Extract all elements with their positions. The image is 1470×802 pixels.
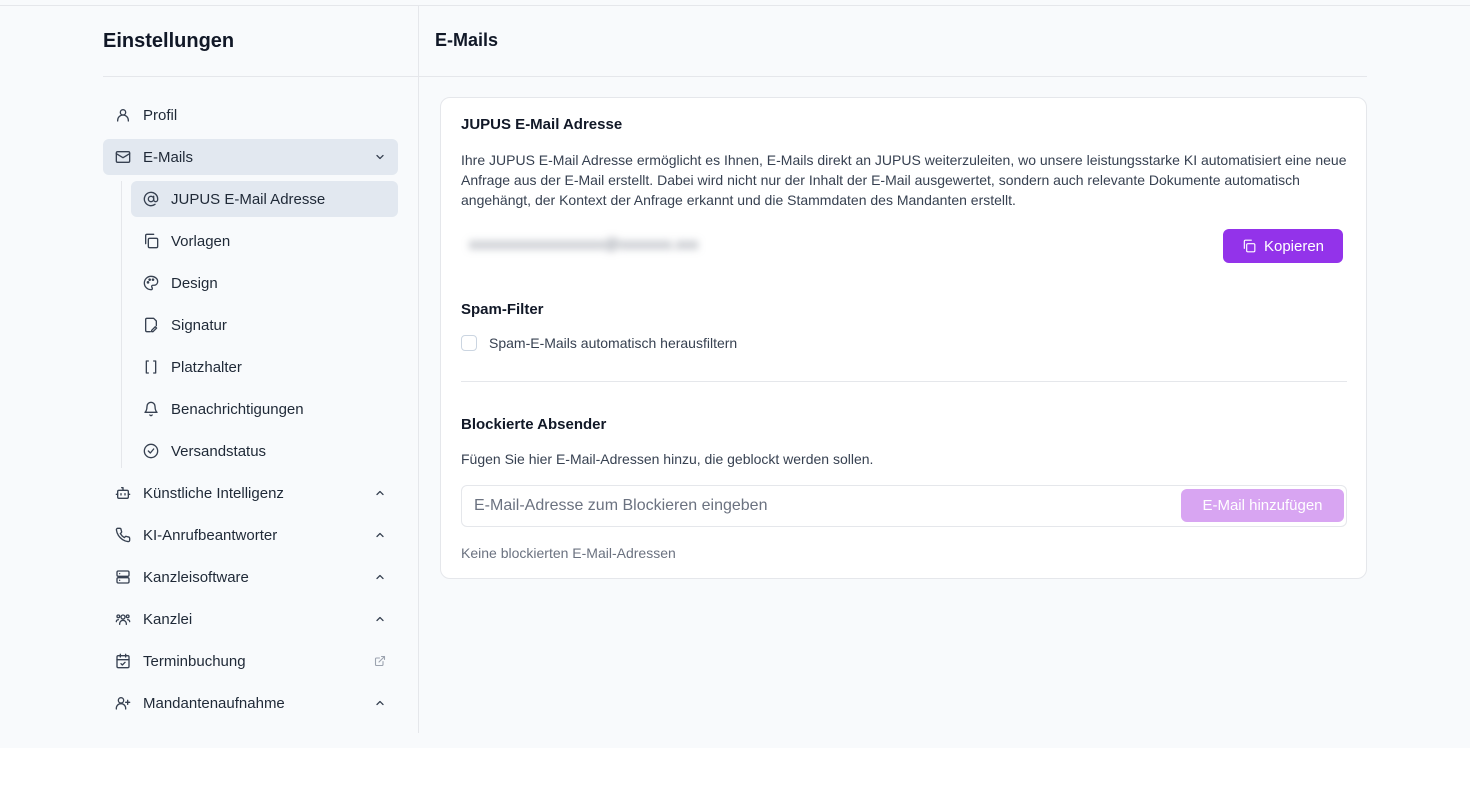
file-signature-icon: [131, 317, 171, 333]
blocked-senders-description: Fügen Sie hier E-Mail-Adressen hinzu, di…: [461, 451, 874, 467]
settings-sidebar: Einstellungen Profil E-Mails JUPUS E-Mai…: [103, 6, 419, 733]
sidebar-subitem-jupus-email[interactable]: JUPUS E-Mail Adresse: [131, 181, 398, 217]
sidebar-subitem-label: JUPUS E-Mail Adresse: [171, 190, 326, 208]
sidebar-item-profil[interactable]: Profil: [103, 97, 398, 133]
chevron-up-icon[interactable]: [362, 697, 398, 709]
sidebar-item-label: Kanzleisoftware: [143, 568, 249, 586]
sidebar-item-label: E-Mails: [143, 148, 194, 166]
sidebar-item-label: Mandantenaufnahme: [143, 694, 285, 712]
sidebar-item-kanzlei[interactable]: Kanzlei: [103, 601, 398, 637]
jupus-email-address-blurred: xxxxxxxxxxxxxxxxxx@xxxxxxx.xxx: [469, 236, 699, 253]
sidebar-subitem-label: Versandstatus: [171, 442, 267, 460]
copy-button-label: Kopieren: [1263, 237, 1325, 255]
sidebar-item-ki-anrufbeantworter[interactable]: KI-Anrufbeantworter: [103, 517, 398, 553]
sidebar-item-label: Künstliche Intelligenz: [143, 484, 284, 502]
sidebar-subitem-versandstatus[interactable]: Versandstatus: [131, 433, 398, 469]
chevron-up-icon[interactable]: [362, 487, 398, 499]
sidebar-item-kanzleisoftware[interactable]: Kanzleisoftware: [103, 559, 398, 595]
sidebar-item-label: Profil: [143, 106, 178, 124]
copy-icon: [1242, 239, 1256, 253]
block-email-input[interactable]: [462, 486, 1172, 526]
card-description: Ihre JUPUS E-Mail Adresse ermöglicht es …: [461, 152, 1347, 208]
sidebar-divider: [103, 76, 418, 77]
spam-filter-checkbox[interactable]: [461, 335, 477, 351]
spam-filter-row[interactable]: Spam-E-Mails automatisch herausfiltern: [461, 335, 737, 351]
external-link-icon: [362, 655, 398, 667]
copy-button[interactable]: Kopieren: [1223, 229, 1343, 263]
settings-page: Einstellungen Profil E-Mails JUPUS E-Mai…: [0, 0, 1470, 748]
page-title: E-Mails: [435, 30, 499, 50]
at-sign-icon: [131, 191, 171, 207]
sidebar-subitem-label: Benachrichtigungen: [171, 400, 304, 418]
sidebar-item-emails[interactable]: E-Mails: [103, 139, 398, 175]
sidebar-subitem-vorlagen[interactable]: Vorlagen: [131, 223, 398, 259]
bell-icon: [131, 401, 171, 417]
chevron-up-icon[interactable]: [362, 529, 398, 541]
section-divider: [461, 381, 1347, 382]
sidebar-item-terminbuchung[interactable]: Terminbuchung: [103, 643, 398, 679]
sidebar-item-label: Terminbuchung: [143, 652, 246, 670]
sidebar-subitem-platzhalter[interactable]: Platzhalter: [131, 349, 398, 385]
card-title: JUPUS E-Mail Adresse: [461, 116, 623, 133]
submenu-line: [121, 181, 122, 468]
block-email-input-group: E-Mail hinzufügen: [461, 485, 1347, 527]
user-icon: [103, 107, 143, 123]
sidebar-subitem-design[interactable]: Design: [131, 265, 398, 301]
sidebar-subitem-label: Platzhalter: [171, 358, 242, 376]
calendar-check-icon: [103, 653, 143, 669]
bot-icon: [103, 485, 143, 501]
check-circle-icon: [131, 443, 171, 459]
brackets-icon: [131, 359, 171, 375]
mail-icon: [103, 149, 143, 165]
sidebar-subitem-label: Design: [171, 274, 218, 292]
header-divider: [419, 76, 1367, 77]
sidebar-subitem-label: Signatur: [171, 316, 227, 334]
server-icon: [103, 569, 143, 585]
spam-filter-title: Spam-Filter: [461, 301, 544, 318]
blocked-list-empty-state: Keine blockierten E-Mail-Adressen: [461, 545, 676, 561]
phone-icon: [103, 527, 143, 543]
palette-icon: [131, 275, 171, 291]
copy-icon: [131, 233, 171, 249]
chevron-up-icon[interactable]: [362, 571, 398, 583]
blocked-senders-title: Blockierte Absender: [461, 416, 607, 433]
users-icon: [103, 611, 143, 627]
sidebar-item-kuenstliche-intelligenz[interactable]: Künstliche Intelligenz: [103, 475, 398, 511]
sidebar-title: Einstellungen: [103, 30, 235, 52]
jupus-email-card: JUPUS E-Mail Adresse Ihre JUPUS E-Mail A…: [440, 97, 1367, 579]
spam-filter-label[interactable]: Spam-E-Mails automatisch herausfiltern: [489, 335, 737, 351]
sidebar-item-mandantenaufnahme[interactable]: Mandantenaufnahme: [103, 685, 398, 721]
sidebar-subitem-benachrichtigungen[interactable]: Benachrichtigungen: [131, 391, 398, 427]
sidebar-item-label: KI-Anrufbeantworter: [143, 526, 278, 544]
chevron-up-icon[interactable]: [362, 613, 398, 625]
sidebar-subitem-signatur[interactable]: Signatur: [131, 307, 398, 343]
sidebar-item-label: Kanzlei: [143, 610, 193, 628]
sidebar-subitem-label: Vorlagen: [171, 232, 231, 250]
add-email-button[interactable]: E-Mail hinzufügen: [1181, 489, 1344, 522]
chevron-down-icon[interactable]: [362, 151, 398, 163]
user-plus-icon: [103, 695, 143, 711]
